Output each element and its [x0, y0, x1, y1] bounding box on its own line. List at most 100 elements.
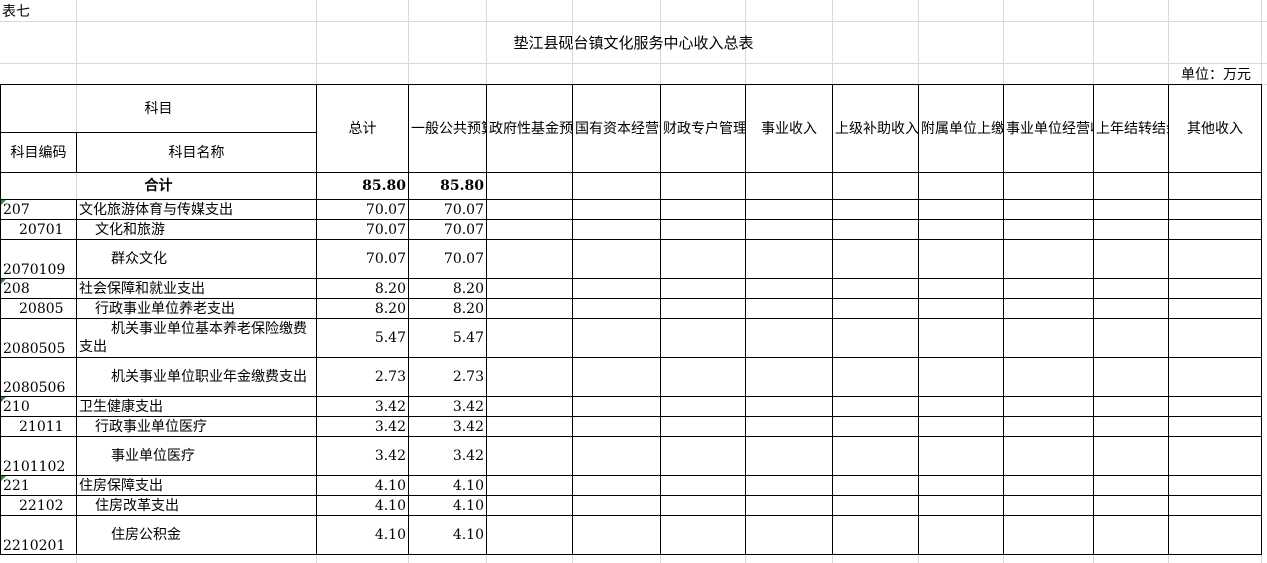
empty-cell [1168, 172, 1262, 200]
empty-cell [486, 298, 573, 319]
row-general-budget: 8.20 [408, 298, 487, 319]
subject-name: 社会保障和就业支出 [76, 278, 317, 299]
empty-cell [1168, 475, 1262, 496]
empty-cell [1093, 199, 1169, 220]
subject-name: 住房公积金 [76, 515, 317, 555]
subject-name: 文化旅游体育与传媒支出 [76, 199, 317, 220]
row-general-budget: 4.10 [408, 495, 487, 516]
empty-cell [1168, 396, 1262, 417]
subject-code: 2210201 [3, 538, 66, 554]
sheet-label: 表七 [2, 4, 30, 20]
row-general-budget: 3.42 [408, 436, 487, 476]
empty-cell [1093, 396, 1169, 417]
empty-cell [486, 199, 573, 220]
empty-cell [572, 219, 661, 240]
subject-code: 2080506 [3, 380, 66, 396]
empty-cell [1003, 495, 1094, 516]
subject-name: 机关事业单位基本养老保险缴费支出 [76, 318, 317, 358]
error-marker-icon [1, 279, 6, 284]
empty-cell [572, 199, 661, 220]
empty-cell [660, 219, 746, 240]
empty-cell [660, 475, 746, 496]
empty-cell [1093, 219, 1169, 240]
empty-cell [1003, 219, 1094, 240]
empty-cell [745, 396, 833, 417]
empty-cell [1003, 278, 1094, 299]
row-general-budget: 8.20 [408, 278, 487, 299]
subject-code-cell: 2080506 [0, 357, 77, 397]
table-title: 垫江县砚台镇文化服务中心收入总表 [513, 34, 754, 52]
empty-cell [1003, 436, 1094, 476]
subject-code: 221 [3, 477, 30, 494]
row-general-budget: 70.07 [408, 199, 487, 220]
row-general-budget: 3.42 [408, 396, 487, 417]
empty-cell [660, 396, 746, 417]
empty-cell [1093, 239, 1169, 279]
empty-cell [486, 515, 573, 555]
empty-cell [918, 219, 1004, 240]
row-total: 2.73 [316, 357, 409, 397]
empty-cell [832, 357, 919, 397]
subject-code-cell: 2080505 [0, 318, 77, 358]
empty-cell [1003, 475, 1094, 496]
empty-cell [1093, 172, 1169, 200]
empty-cell [486, 278, 573, 299]
empty-cell [832, 495, 919, 516]
subject-code-cell: 208 [0, 278, 77, 299]
header-affiliated: 附属单位上缴收入 [918, 84, 1004, 173]
empty-cell [745, 416, 833, 437]
empty-cell [660, 298, 746, 319]
empty-cell [660, 436, 746, 476]
empty-cell [1093, 298, 1169, 319]
row-general-budget: 5.47 [408, 318, 487, 358]
unit-label: 单位：万元 [1181, 67, 1251, 83]
subject-code-cell: 207 [0, 199, 77, 220]
subject-code: 22102 [19, 497, 64, 514]
empty-cell [572, 396, 661, 417]
empty-cell [1003, 515, 1094, 555]
empty-cell [745, 219, 833, 240]
empty-cell [486, 396, 573, 417]
subject-code: 2070109 [3, 262, 66, 278]
income-summary-table: 科目 总计 一般公共预算拨款收入 政府性基金预算拨款收入 国有资本经营预算拨款收… [0, 84, 1262, 555]
empty-cell [572, 278, 661, 299]
empty-cell [572, 298, 661, 319]
table-row: 2080505 机关事业单位基本养老保险缴费支出 5.47 5.47 [0, 318, 1262, 358]
subject-code: 210 [3, 398, 30, 415]
empty-cell [1093, 495, 1169, 516]
subject-code-cell: 21011 [0, 416, 77, 437]
header-total: 总计 [316, 84, 409, 173]
subject-name: 行政事业单位养老支出 [76, 298, 317, 319]
subject-code: 2101102 [3, 459, 66, 475]
empty-cell [1168, 436, 1262, 476]
total-row: 合计 85.80 85.80 [0, 172, 1262, 200]
empty-cell [572, 416, 661, 437]
table-row: 221 住房保障支出 4.10 4.10 [0, 475, 1262, 496]
empty-cell [832, 416, 919, 437]
table-row: 207 文化旅游体育与传媒支出 70.07 70.07 [0, 199, 1262, 220]
empty-cell [1168, 239, 1262, 279]
empty-cell [1168, 278, 1262, 299]
empty-cell [660, 239, 746, 279]
empty-cell [745, 298, 833, 319]
empty-cell [660, 172, 746, 200]
row-general-budget: 70.07 [408, 239, 487, 279]
empty-cell [1003, 172, 1094, 200]
empty-cell [660, 495, 746, 516]
header-business-income: 事业收入 [745, 84, 833, 173]
error-marker-icon [1, 476, 6, 481]
empty-cell [572, 436, 661, 476]
empty-cell [1093, 278, 1169, 299]
empty-cell [1093, 515, 1169, 555]
header-carryover: 上年结转结余资金 [1093, 84, 1169, 173]
empty-cell [918, 357, 1004, 397]
empty-cell [572, 318, 661, 358]
empty-cell [1168, 199, 1262, 220]
empty-cell [486, 475, 573, 496]
row-total: 4.10 [316, 475, 409, 496]
empty-cell [660, 515, 746, 555]
empty-cell [1168, 357, 1262, 397]
empty-cell [918, 278, 1004, 299]
empty-cell [832, 199, 919, 220]
empty-cell [1168, 318, 1262, 358]
